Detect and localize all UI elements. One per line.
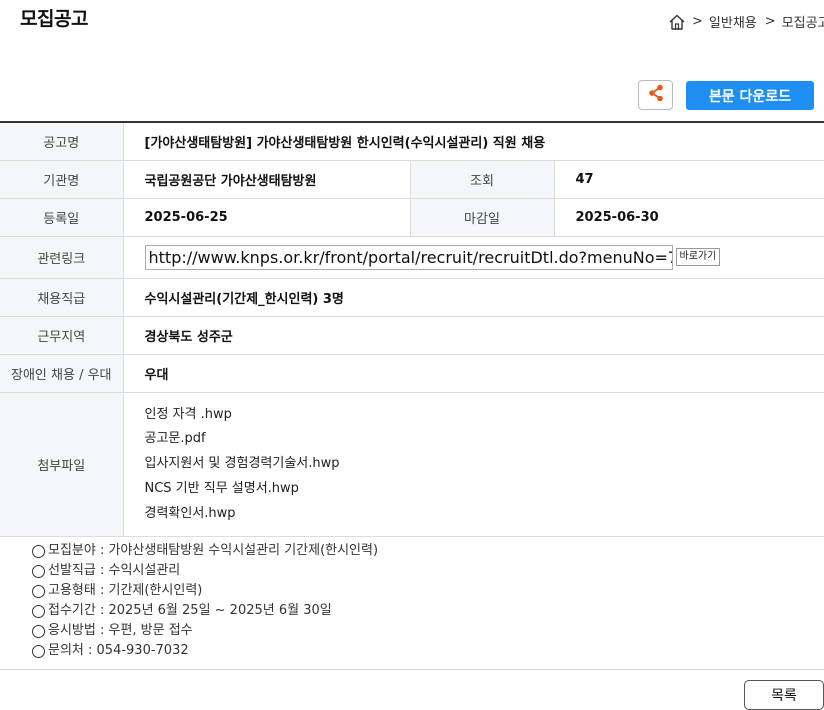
download-button[interactable]: 본문 다운로드 (686, 81, 814, 110)
table-row: 근무지역 경상북도 성주군 (0, 316, 824, 355)
table-row: 채용직급 수익시설관리(기간제_한시인력) 3명 (0, 278, 824, 317)
disabled-label: 장애인 채용 / 우대 (0, 354, 124, 393)
title-value: [가야산생태탐방원] 가야산생태탐방원 한시인력(수익시설관리) 직원 채용 (123, 122, 824, 161)
breadcrumb-item-general-hiring[interactable]: 일반채용 (709, 12, 757, 31)
views-value: 47 (554, 160, 824, 199)
file-list: 인정 자격 .hwp 공고문.pdf 입사지원서 및 경험경력기술서.hwp N… (123, 392, 824, 538)
breadcrumb: > 일반채용 > 모집공고 (668, 12, 824, 31)
file-link[interactable]: 입사지원서 및 경험경력기술서.hwp (145, 452, 824, 477)
table-row: 장애인 채용 / 우대 우대 (0, 354, 824, 393)
org-label: 기관명 (0, 160, 124, 199)
note-text: 선발직급 : 수익시설관리 (48, 563, 181, 578)
deadline-label: 마감일 (409, 198, 555, 237)
list-item: 모집분야 : 가야산생태탐방원 수익시설관리 기간제(한시인력) (32, 541, 378, 561)
table-row: 공고명 [가야산생태탐방원] 가야산생태탐방원 한시인력(수익시설관리) 직원 … (0, 122, 824, 161)
breadcrumb-separator: > (692, 14, 703, 29)
table-row: 관련링크 http://www.knps.or.kr/front/portal/… (0, 236, 824, 279)
list-item: 접수기간 : 2025년 6월 25일 ~ 2025년 6월 30일 (32, 601, 378, 621)
list-button[interactable]: 목록 (744, 680, 824, 710)
share-button[interactable] (638, 80, 673, 110)
note-text: 모집분야 : 가야산생태탐방원 수익시설관리 기간제(한시인력) (48, 543, 379, 558)
table-row: 기관명 국립공원공단 가야산생태탐방원 조회 47 (0, 160, 824, 199)
job-label: 채용직급 (0, 278, 124, 317)
reg-date-label: 등록일 (0, 198, 124, 237)
note-text: 문의처 : 054-930-7032 (48, 643, 189, 658)
deadline-value: 2025-06-30 (554, 198, 824, 237)
region-value: 경상북도 성주군 (123, 316, 824, 355)
org-value: 국립공원공단 가야산생태탐방원 (123, 160, 410, 199)
home-icon[interactable] (668, 13, 686, 31)
table-row: 등록일 2025-06-25 마감일 2025-06-30 (0, 198, 824, 237)
note-text: 고용형태 : 기간제(한시인력) (48, 583, 203, 598)
list-item: 선발직급 : 수익시설관리 (32, 561, 378, 581)
views-label: 조회 (409, 160, 555, 199)
note-text: 응시방법 : 우편, 방문 접수 (48, 623, 193, 638)
breadcrumb-separator: > (764, 14, 776, 29)
file-link[interactable]: 공고문.pdf (145, 427, 824, 452)
note-text: 접수기간 : 2025년 6월 25일 ~ 2025년 6월 30일 (48, 603, 332, 618)
table-row: 첨부파일 인정 자격 .hwp 공고문.pdf 입사지원서 및 경험경력기술서.… (0, 392, 824, 538)
list-item: 문의처 : 054-930-7032 (32, 641, 378, 661)
region-label: 근무지역 (0, 316, 124, 355)
reg-date-value: 2025-06-25 (123, 198, 410, 237)
page-title: 모집공고 (20, 8, 88, 30)
circle-bullet-icon (32, 564, 45, 578)
divider (0, 669, 824, 670)
go-link-button[interactable]: 바로가기 (675, 248, 721, 266)
title-label: 공고명 (0, 122, 124, 161)
job-value: 수익시설관리(기간제_한시인력) 3명 (123, 278, 824, 317)
info-table: 공고명 [가야산생태탐방원] 가야산생태탐방원 한시인력(수익시설관리) 직원 … (0, 121, 824, 538)
file-link[interactable]: NCS 기반 직무 설명서.hwp (145, 477, 824, 502)
link-label: 관련링크 (0, 236, 124, 279)
circle-bullet-icon (32, 624, 45, 638)
notice-details: 모집분야 : 가야산생태탐방원 수익시설관리 기간제(한시인력) 선발직급 : … (32, 541, 378, 661)
files-label: 첨부파일 (0, 392, 124, 538)
circle-bullet-icon (32, 604, 45, 618)
file-link[interactable]: 인정 자격 .hwp (145, 403, 824, 428)
file-link[interactable]: 경력확인서.hwp (145, 502, 824, 527)
disabled-value: 우대 (123, 354, 824, 393)
share-icon (646, 83, 666, 107)
list-item: 응시방법 : 우편, 방문 접수 (32, 621, 378, 641)
circle-bullet-icon (32, 544, 45, 558)
list-item: 고용형태 : 기간제(한시인력) (32, 581, 378, 601)
breadcrumb-item-notice[interactable]: 모집공고 (782, 12, 824, 31)
link-cell: http://www.knps.or.kr/front/portal/recru… (123, 236, 824, 279)
circle-bullet-icon (32, 584, 45, 598)
link-field[interactable]: http://www.knps.or.kr/front/portal/recru… (144, 244, 673, 270)
circle-bullet-icon (32, 644, 45, 658)
